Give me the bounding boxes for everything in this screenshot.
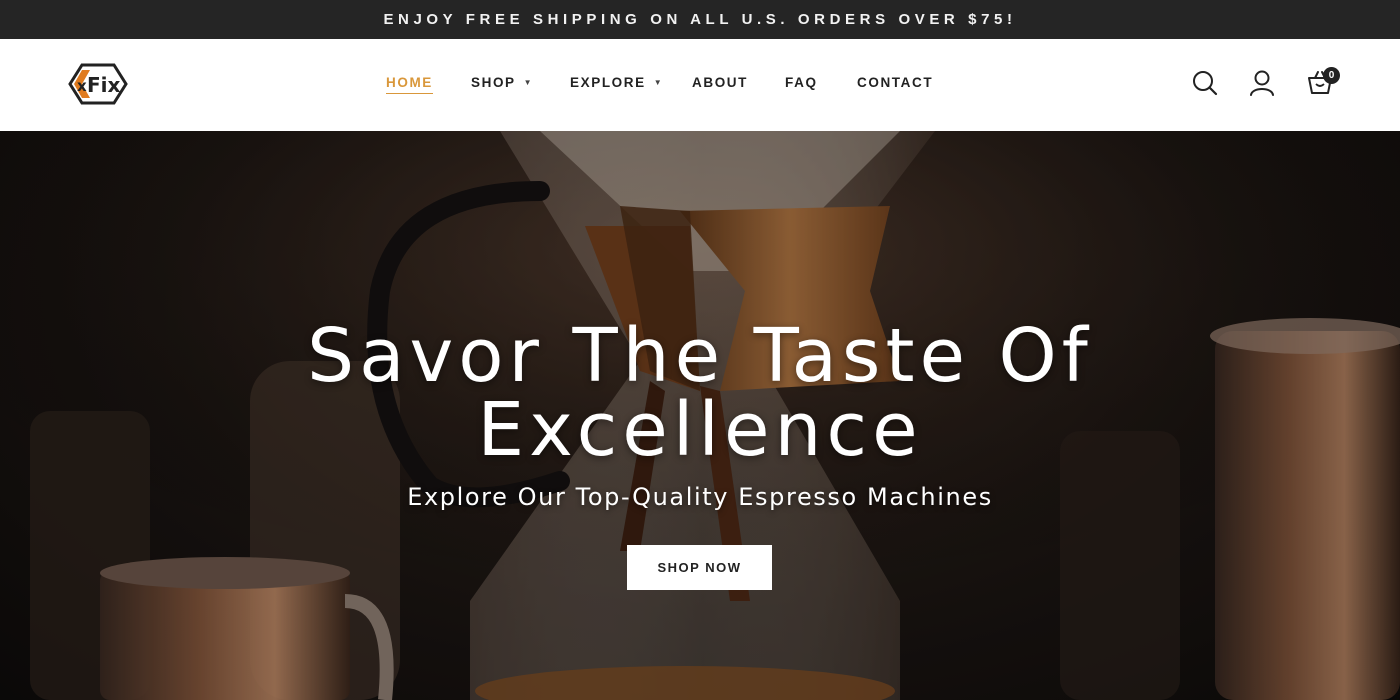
nav-item-about[interactable]: ABOUT — [692, 75, 748, 90]
caret-down-icon: ▼ — [523, 78, 532, 87]
hero-title: Savor The Taste Of Excellence — [300, 319, 1100, 467]
nav-item-label: HOME — [386, 75, 433, 94]
hero-title-line2: Excellence — [477, 387, 923, 473]
nav-item-home[interactable]: HOME — [386, 75, 433, 94]
cart-count-badge: 0 — [1323, 67, 1340, 84]
caret-down-icon: ▼ — [653, 78, 662, 87]
announcement-text: ENJOY FREE SHIPPING ON ALL U.S. ORDERS O… — [383, 11, 1017, 28]
nav-item-label: FAQ — [785, 75, 818, 90]
nav-item-shop[interactable]: SHOP ▼ — [471, 75, 532, 90]
nav-item-label: ABOUT — [692, 75, 748, 90]
nav-item-faq[interactable]: FAQ — [785, 75, 818, 90]
nav-item-label: SHOP — [471, 75, 516, 90]
nav-item-contact[interactable]: CONTACT — [857, 75, 933, 90]
hero-subtitle: Explore Our Top-Quality Espresso Machine… — [407, 483, 993, 511]
site-header: x Fix HOME SHOP ▼ EXPLORE ▼ ABOUT FAQ CO… — [0, 39, 1400, 131]
main-nav: HOME SHOP ▼ EXPLORE ▼ ABOUT FAQ CONTACT — [0, 39, 1400, 131]
user-icon[interactable] — [1248, 69, 1276, 97]
nav-item-explore[interactable]: EXPLORE ▼ — [570, 75, 662, 90]
nav-item-label: EXPLORE — [570, 75, 646, 90]
shop-now-button[interactable]: SHOP NOW — [627, 545, 772, 590]
hero-banner: Savor The Taste Of Excellence Explore Ou… — [0, 131, 1400, 700]
announcement-bar: ENJOY FREE SHIPPING ON ALL U.S. ORDERS O… — [0, 0, 1400, 39]
nav-item-label: CONTACT — [857, 75, 934, 90]
search-icon[interactable] — [1191, 69, 1219, 97]
